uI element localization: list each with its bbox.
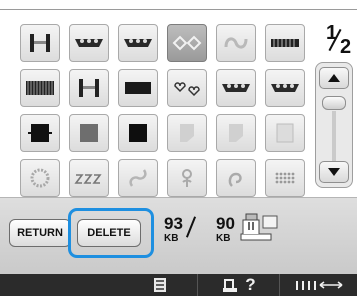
- sewing-machine-icon: [240, 213, 278, 241]
- pattern-grid: [20, 24, 305, 199]
- scroll-thumb[interactable]: [322, 96, 346, 110]
- striped-border-pattern-icon: [26, 81, 54, 95]
- pattern-tile[interactable]: [265, 69, 305, 107]
- pattern-tile[interactable]: [118, 114, 158, 152]
- list-icon: [154, 278, 166, 292]
- pattern-tile[interactable]: [118, 69, 158, 107]
- black-bar-pattern-icon: [125, 82, 151, 94]
- bottom-bar: ?: [0, 274, 357, 296]
- spacing-button[interactable]: [279, 274, 357, 296]
- memory-available: 90 KB: [216, 215, 235, 244]
- pattern-tile[interactable]: [265, 159, 305, 197]
- memory-available-value: 90: [216, 214, 235, 233]
- scroll-motif-icon: [228, 172, 242, 187]
- triple-heart-pattern-icon: [222, 84, 250, 92]
- help-button[interactable]: ?: [197, 274, 279, 296]
- heart-outline-pattern-icon: [174, 82, 200, 97]
- pattern-tile[interactable]: [265, 24, 305, 62]
- black-block-pattern-icon: [28, 124, 52, 142]
- bottom-bar-blank: [0, 274, 197, 296]
- embroidery-pattern-screen: 1 2 RETURN DELETE 93 KB 90 KB ?: [0, 0, 357, 296]
- black-square-pattern-icon: [129, 124, 147, 142]
- pattern-tile[interactable]: [118, 24, 158, 62]
- light-panel-pattern-icon: [229, 124, 243, 142]
- pattern-tile[interactable]: [216, 24, 256, 62]
- diamond-lace-pattern-icon: [172, 35, 202, 51]
- delete-highlight-frame: [68, 208, 154, 258]
- pattern-tile[interactable]: [20, 69, 60, 107]
- pattern-tile[interactable]: [216, 114, 256, 152]
- hanger-pattern-icon: [30, 34, 50, 52]
- help-question-mark: ?: [245, 275, 256, 294]
- pattern-tile[interactable]: [118, 159, 158, 197]
- pattern-tile[interactable]: [20, 114, 60, 152]
- scroll-control: [315, 62, 353, 188]
- triangle-up-icon: [328, 74, 340, 82]
- dotted-panel-pattern-icon: [276, 123, 294, 143]
- pattern-tile[interactable]: [69, 24, 109, 62]
- hanger-pattern-icon: [79, 79, 99, 97]
- scroll-track[interactable]: [332, 111, 336, 163]
- pattern-tile-selected[interactable]: [167, 24, 207, 62]
- ruler-border-pattern-icon: [271, 39, 299, 47]
- gray-block-pattern-icon: [80, 124, 98, 142]
- pattern-tile[interactable]: [167, 114, 207, 152]
- pattern-tile[interactable]: [69, 69, 109, 107]
- scroll-ornament-icon: [224, 37, 248, 49]
- triple-heart-pattern-icon: [75, 39, 103, 47]
- pattern-tile[interactable]: [20, 159, 60, 197]
- filigree-icon: [129, 169, 147, 187]
- memory-available-unit: KB: [216, 233, 231, 244]
- memory-used-value: 93: [164, 214, 183, 233]
- pattern-tile[interactable]: [69, 159, 109, 197]
- memory-used: 93 KB: [164, 215, 183, 244]
- pattern-tile[interactable]: [216, 159, 256, 197]
- spacing-arrows-icon: [295, 281, 342, 290]
- light-panel-pattern-icon: [180, 124, 194, 142]
- return-button[interactable]: RETURN: [9, 219, 71, 247]
- top-divider: [0, 9, 357, 10]
- triple-heart-pattern-icon: [124, 39, 152, 47]
- scroll-up-button[interactable]: [319, 67, 349, 89]
- triple-heart-pattern-icon: [271, 84, 299, 92]
- memory-used-unit: KB: [164, 233, 179, 244]
- triangle-down-icon: [328, 168, 340, 176]
- pattern-tile[interactable]: [167, 69, 207, 107]
- page-total: 2: [340, 36, 352, 58]
- pattern-tile[interactable]: [216, 69, 256, 107]
- flower-motif-icon: [182, 169, 192, 187]
- pattern-tile[interactable]: [167, 159, 207, 197]
- lace-round-icon: [30, 168, 50, 188]
- zigzag-text-icon: [74, 174, 102, 184]
- pattern-tile[interactable]: [69, 114, 109, 152]
- page-indicator: 1 2: [326, 22, 354, 58]
- dotted-grid-icon: [275, 172, 295, 184]
- pattern-tile[interactable]: [265, 114, 305, 152]
- machine-help-icon: [223, 279, 238, 292]
- scroll-down-button[interactable]: [319, 161, 349, 183]
- pattern-tile[interactable]: [20, 24, 60, 62]
